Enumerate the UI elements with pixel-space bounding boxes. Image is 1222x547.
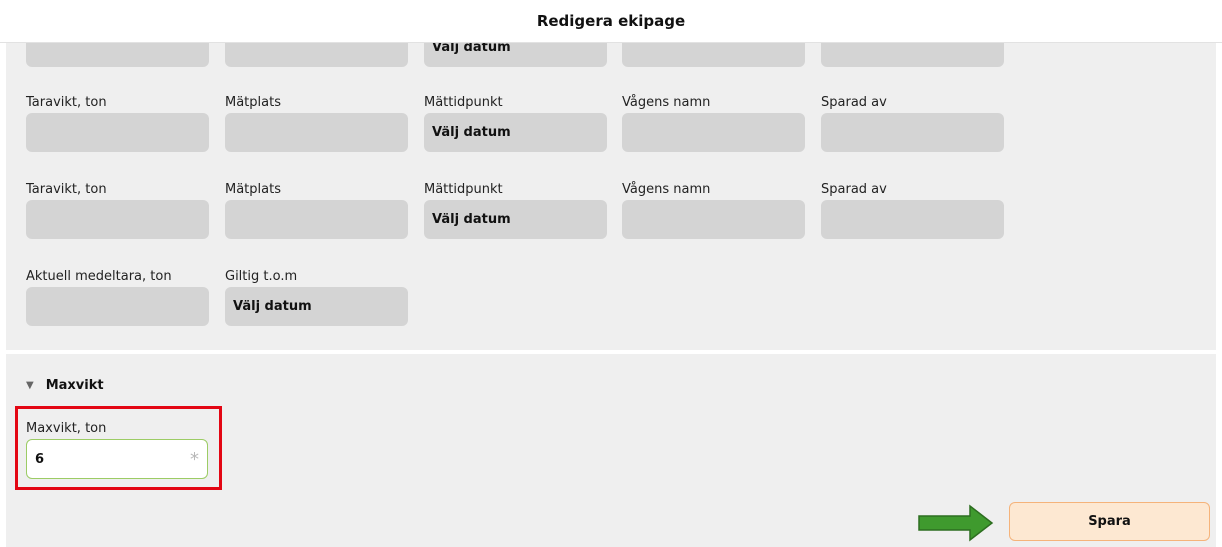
- giltig-tom-date-picker[interactable]: Välj datum: [225, 287, 408, 326]
- vagens-namn-field[interactable]: [622, 200, 805, 239]
- triangle-down-icon: ▼: [26, 380, 34, 391]
- row0-date-picker[interactable]: Välj datum: [424, 42, 607, 67]
- sparad-av-field[interactable]: [821, 113, 1004, 152]
- matplats-label: Mätplats: [225, 95, 281, 110]
- taravikt-label: Taravikt, ton: [26, 182, 107, 197]
- matplats-field[interactable]: [225, 113, 408, 152]
- header-bar: Redigera ekipage: [0, 0, 1222, 43]
- maxvikt-section-toggle[interactable]: ▼ Maxvikt: [26, 378, 104, 393]
- vagens-namn-label: Vågens namn: [622, 95, 711, 110]
- sparad-av-label: Sparad av: [821, 95, 887, 110]
- maxvikt-section-title: Maxvikt: [45, 378, 104, 393]
- required-asterisk-icon: *: [190, 448, 199, 470]
- aktuell-medeltara-field[interactable]: [26, 287, 209, 326]
- matplats-label: Mätplats: [225, 182, 281, 197]
- green-arrow-icon: [918, 504, 994, 542]
- form-panel: Välj datum Taravikt, ton Mätplats Mättid…: [6, 42, 1216, 350]
- taravikt-field[interactable]: [26, 113, 209, 152]
- maxvikt-label: Maxvikt, ton: [26, 421, 107, 436]
- mattidpunkt-date-picker[interactable]: Välj datum: [424, 113, 607, 152]
- taravikt-field[interactable]: [26, 200, 209, 239]
- vagens-namn-field[interactable]: [622, 113, 805, 152]
- sparad-av-label: Sparad av: [821, 182, 887, 197]
- aktuell-medeltara-label: Aktuell medeltara, ton: [26, 269, 172, 284]
- row0-field-4[interactable]: [622, 42, 805, 67]
- maxvikt-input[interactable]: 6 *: [26, 439, 208, 479]
- vagens-namn-label: Vågens namn: [622, 182, 711, 197]
- giltig-tom-label: Giltig t.o.m: [225, 269, 298, 284]
- row0-field-1[interactable]: [26, 42, 209, 67]
- matplats-field[interactable]: [225, 200, 408, 239]
- mattidpunkt-label: Mättidpunkt: [424, 95, 503, 110]
- sparad-av-field[interactable]: [821, 200, 1004, 239]
- mattidpunkt-label: Mättidpunkt: [424, 182, 503, 197]
- taravikt-label: Taravikt, ton: [26, 95, 107, 110]
- row0-field-2[interactable]: [225, 42, 408, 67]
- row0-field-5[interactable]: [821, 42, 1004, 67]
- save-button[interactable]: Spara: [1009, 502, 1210, 541]
- mattidpunkt-date-picker[interactable]: Välj datum: [424, 200, 607, 239]
- page-title: Redigera ekipage: [536, 12, 686, 30]
- maxvikt-value: 6: [35, 451, 45, 467]
